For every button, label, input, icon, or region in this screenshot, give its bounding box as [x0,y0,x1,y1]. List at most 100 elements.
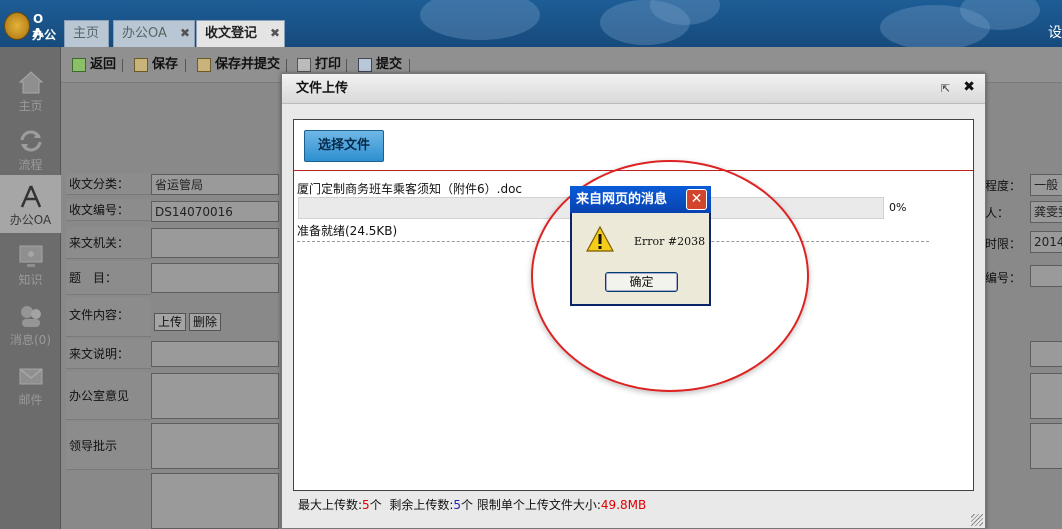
subject-field[interactable] [151,263,279,293]
ok-button[interactable]: 确定 [605,272,678,292]
office-opinion-label: 办公室意见 [66,372,151,420]
sidebar-item-knowledge[interactable]: 知识 [0,235,61,293]
logo-text-bottom: 办公 [32,28,57,42]
resize-handle[interactable] [971,514,983,526]
remaining-upload-unit: 个 [461,498,474,512]
number-field[interactable]: DS14070016 [151,201,279,222]
sidebar-item-label: 知识 [18,273,43,287]
deadline-field[interactable]: 2014- [1030,231,1062,253]
toolbar-divider [286,59,287,72]
right-desc-field[interactable] [1030,341,1062,367]
tab-home[interactable]: 主页 [64,20,109,47]
upload-status: 准备就绪(24.5KB) [297,224,398,238]
back-button[interactable]: 返回 [72,57,116,75]
sender-label: 来文机关： [66,227,151,259]
category-label: 收文分类： [66,173,151,195]
sidebar-item-mail[interactable]: 邮件 [0,355,61,413]
alert-close-icon[interactable]: ✕ [686,189,707,210]
sidebar-item-label: 邮件 [18,393,43,407]
sidebar-item-office-oa[interactable]: 办公OA [0,175,61,233]
select-file-button[interactable]: 选择文件 [304,130,384,162]
save-icon [134,58,148,72]
tab-office-oa[interactable]: 办公OA ✖ [113,20,195,47]
size-limit-label: 限制单个上传文件大小: [476,498,601,512]
max-upload-unit: 个 [369,498,382,512]
save-submit-label: 保存并提交 [215,57,281,72]
office-opinion-field[interactable] [151,373,279,419]
save-button[interactable]: 保存 [134,57,178,75]
back-icon [72,58,86,72]
leader-instruction-field[interactable] [151,423,279,469]
save-submit-button[interactable]: 保存并提交 [197,57,280,75]
close-icon[interactable]: ✖ [180,21,190,46]
upload-footer: 最大上传数:5个 剩余上传数:5个 限制单个上传文件大小:49.8MB [298,496,646,513]
print-label: 打印 [315,57,342,72]
upload-button[interactable]: 上传 [154,313,187,331]
toolbar-divider [346,59,347,72]
sidebar: 主页 流程 办公OA 知识 消息(0) 邮件 [0,47,61,529]
priority-field[interactable]: 一般 [1030,174,1062,196]
right-leader-field[interactable] [1030,423,1062,469]
user-message-icon [20,306,41,327]
remaining-upload-value: 5 [453,498,462,512]
emblem-icon [4,12,30,40]
deadline-label: 时限： [985,237,1022,251]
monitor-icon [19,245,42,267]
person-field[interactable]: 龚雯雯 [1030,201,1062,223]
tab-label: 办公OA [122,26,167,41]
upload-dialog-title: 文件上传 [282,74,985,104]
close-icon[interactable]: ✖ [963,79,975,95]
alert-message: Error #2038 [634,235,706,248]
submit-label: 提交 [376,57,403,72]
home-icon [18,71,43,94]
progress-percent: 0% [889,201,907,214]
number-label: 收文编号： [66,199,151,221]
extra-field[interactable] [151,473,279,529]
print-icon [297,58,311,72]
sidebar-item-home[interactable]: 主页 [0,61,61,119]
save-label: 保存 [152,57,179,72]
tab-receive-register[interactable]: 收文登记 ✖ [196,20,285,47]
remaining-upload-label: 剩余上传数: [389,498,454,512]
screen: O A 办公 主页 办公OA ✖ 收文登记 ✖ 设 主页 流程 办公OA 知识 … [0,0,1062,529]
leader-instruction-label: 领导批示 [66,422,151,470]
sidebar-item-flow[interactable]: 流程 [0,120,61,178]
sidebar-item-label: 流程 [18,158,43,172]
sender-field[interactable] [151,228,279,258]
refresh-icon [20,130,41,152]
sidebar-item-label: 主页 [18,99,43,113]
size-limit-value: 49.8MB [600,498,647,512]
max-upload-value: 5 [362,498,370,512]
code-field[interactable] [1030,265,1062,287]
file-name: 厦门定制商务班车乘客须知（附件6）.doc [297,182,523,196]
max-upload-label: 最大上传数: [298,498,363,512]
tab-label: 主页 [73,26,100,41]
content-label: 文件内容： [66,297,151,337]
submit-icon [358,58,372,72]
tab-label: 收文登记 [205,26,258,41]
right-office-field[interactable] [1030,373,1062,419]
sidebar-item-label: 办公OA [9,213,52,227]
sidebar-item-label: 消息(0) [10,333,51,347]
compass-icon [20,185,41,208]
app-logo: O A 办公 [2,8,58,44]
maximize-icon[interactable]: ⇱ [941,82,953,95]
delete-button[interactable]: 删除 [189,313,222,331]
toolbar-divider [409,59,410,72]
category-field[interactable]: 省运管局 [151,174,279,195]
header-settings-text[interactable]: 设 [1048,22,1062,42]
app-header: O A 办公 主页 办公OA ✖ 收文登记 ✖ 设 [0,0,1062,47]
person-label: 人： [985,206,1010,220]
toolbar-divider [185,59,186,72]
alert-dialog: 来自网页的消息 ✕ Error #2038 确定 [570,186,711,306]
subject-label: 题 目： [66,261,151,295]
back-label: 返回 [90,57,117,72]
desc-field[interactable] [151,341,279,367]
priority-label: 程度： [985,179,1022,193]
mail-icon [19,368,42,385]
warning-icon [586,225,614,252]
sidebar-item-messages[interactable]: 消息(0) [0,295,61,353]
close-icon[interactable]: ✖ [270,21,280,46]
save-icon [197,58,211,72]
code-label: 编号： [985,271,1022,285]
